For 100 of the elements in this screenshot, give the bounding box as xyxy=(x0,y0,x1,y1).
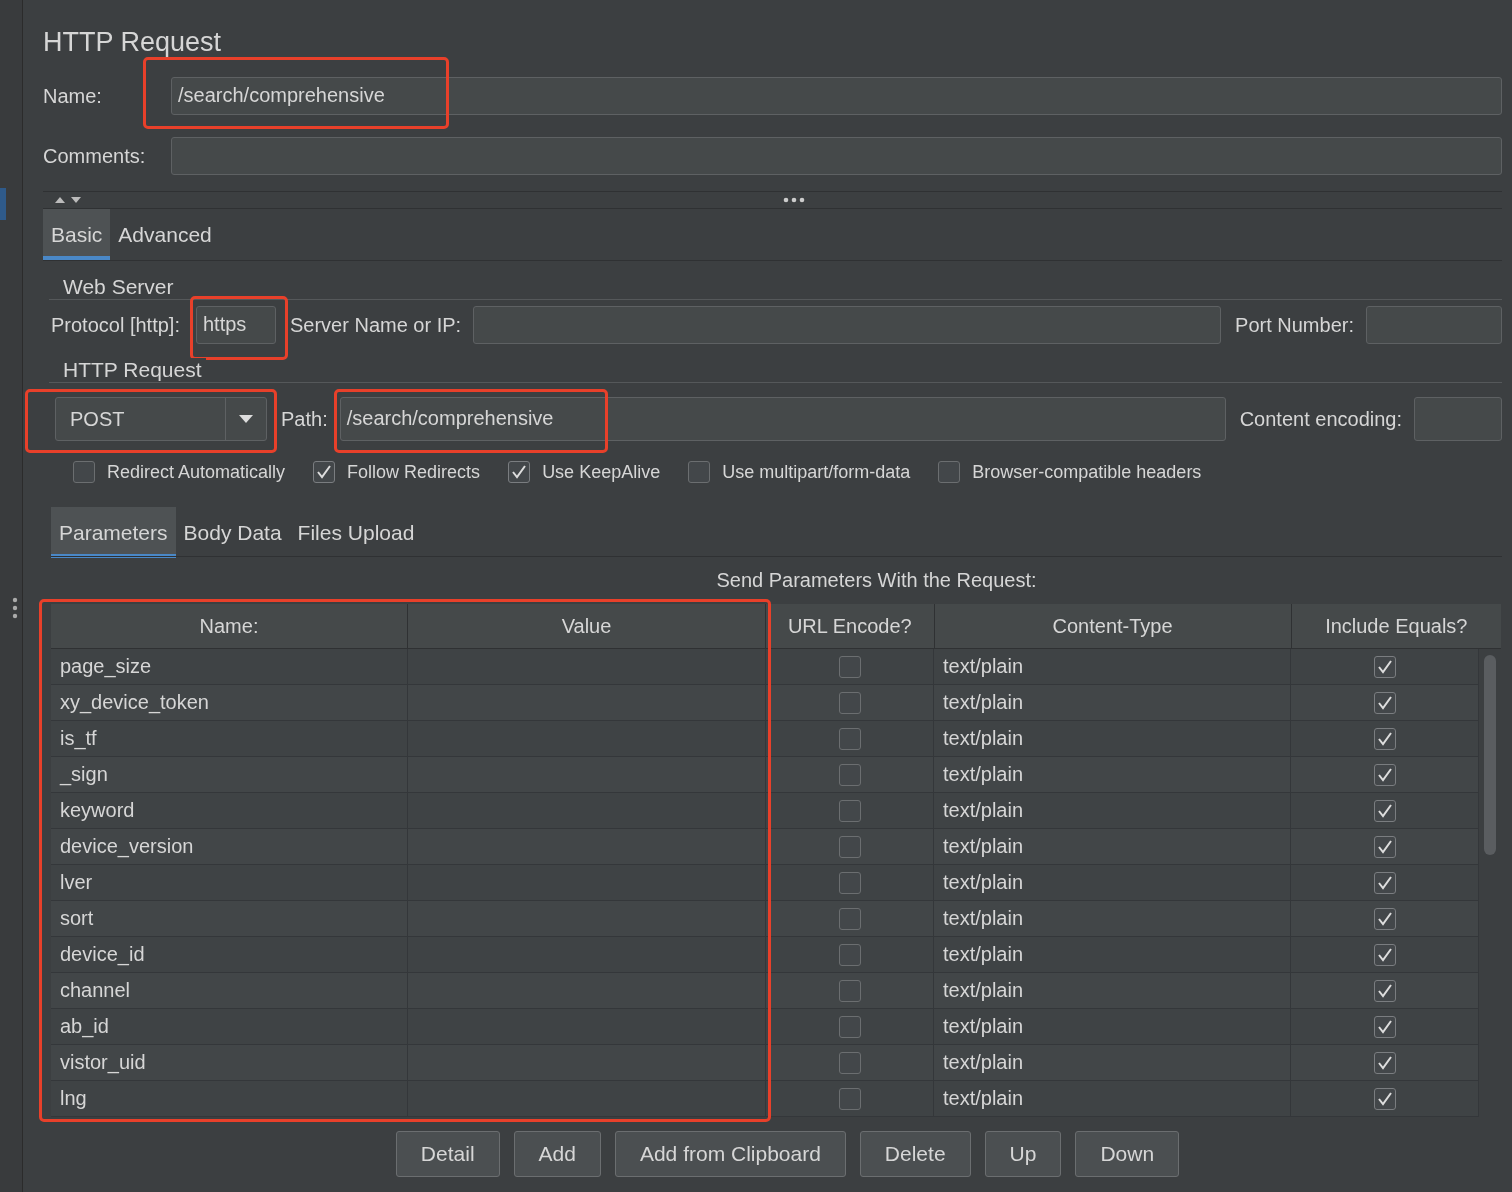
action-button[interactable]: Up xyxy=(984,1131,1062,1177)
field-label: Port Number: xyxy=(1235,313,1354,337)
table-cell: text/plain xyxy=(934,865,1291,900)
checkbox[interactable] xyxy=(1373,1015,1396,1038)
method-dropdown[interactable]: POST xyxy=(55,397,267,441)
path-field[interactable]: /search/comprehensive xyxy=(339,397,1226,441)
field-label: Path: xyxy=(281,407,328,431)
table-cell: vistor_uid xyxy=(51,1045,408,1080)
action-button[interactable]: Add from Clipboard xyxy=(614,1131,846,1177)
checkbox[interactable] xyxy=(838,1087,861,1110)
checkmark-icon xyxy=(1376,731,1393,746)
checkbox[interactable] xyxy=(1373,979,1396,1002)
checkbox[interactable] xyxy=(838,727,861,750)
table-cell: ab_id xyxy=(51,1009,408,1044)
checkbox-label[interactable]: Use multipart/form-data xyxy=(722,461,911,483)
tab[interactable]: Parameters xyxy=(51,507,176,558)
checkbox[interactable] xyxy=(838,835,861,858)
table-cell: channel xyxy=(51,973,408,1008)
checkbox[interactable] xyxy=(838,691,861,714)
checkbox[interactable] xyxy=(73,461,95,483)
checkmark-icon xyxy=(1376,803,1393,818)
checkbox[interactable] xyxy=(1373,727,1396,750)
checkbox[interactable] xyxy=(838,763,861,786)
checkmark-icon xyxy=(1376,1055,1393,1070)
table-cell: device_id xyxy=(51,937,408,972)
checkbox[interactable] xyxy=(1373,691,1396,714)
action-button[interactable]: Down xyxy=(1075,1131,1180,1177)
checkbox[interactable] xyxy=(1373,871,1396,894)
port-field[interactable] xyxy=(1366,306,1502,344)
tab[interactable]: Advanced xyxy=(110,209,220,260)
checkbox[interactable] xyxy=(1373,835,1396,858)
table-cell: text/plain xyxy=(934,1081,1291,1116)
table-cell: is_tf xyxy=(51,721,408,756)
checkmark-icon xyxy=(1376,1091,1393,1106)
checkbox[interactable] xyxy=(1373,1087,1396,1110)
field-label: Comments: xyxy=(43,144,147,168)
checkmark-icon xyxy=(1376,659,1393,674)
checkbox[interactable] xyxy=(1373,763,1396,786)
checkbox[interactable] xyxy=(1373,907,1396,930)
table-cell: _sign xyxy=(51,757,408,792)
splitter-grip-icon[interactable] xyxy=(783,197,805,203)
checkmark-icon xyxy=(1376,1019,1393,1034)
action-button[interactable]: Add xyxy=(513,1131,601,1177)
checkbox[interactable] xyxy=(1373,943,1396,966)
column-header[interactable]: Content-Type xyxy=(934,604,1292,648)
checkbox[interactable] xyxy=(838,1015,861,1038)
checkbox-label[interactable]: Use KeepAlive xyxy=(542,461,661,483)
table-cell: lver xyxy=(51,865,408,900)
tab[interactable]: Body Data xyxy=(175,507,290,558)
field-label: Protocol [http]: xyxy=(51,313,180,337)
checkbox[interactable] xyxy=(508,461,531,483)
checkbox[interactable] xyxy=(313,461,336,483)
scrollbar-thumb[interactable] xyxy=(1484,655,1496,855)
column-header[interactable]: Value xyxy=(408,604,767,648)
checkmark-icon xyxy=(1376,767,1393,782)
column-header[interactable]: Include Equals? xyxy=(1291,604,1501,648)
table-cell: text/plain xyxy=(934,901,1291,936)
column-header[interactable]: Name: xyxy=(51,604,408,648)
tab[interactable]: Basic xyxy=(43,209,111,260)
checkbox[interactable] xyxy=(838,871,861,894)
table-cell: text/plain xyxy=(934,1045,1291,1080)
column-header[interactable]: URL Encode? xyxy=(766,604,935,648)
table-cell: device_version xyxy=(51,829,408,864)
checkbox[interactable] xyxy=(1373,1051,1396,1074)
checkbox[interactable] xyxy=(938,461,961,483)
checkbox-label[interactable]: Redirect Automatically xyxy=(107,461,286,483)
checkbox-label[interactable]: Browser-compatible headers xyxy=(972,461,1202,483)
panel-title: HTTP Request xyxy=(43,27,223,59)
table-cell: text/plain xyxy=(934,1009,1291,1044)
checkbox[interactable] xyxy=(838,979,861,1002)
checkbox[interactable] xyxy=(688,461,711,483)
encoding-field[interactable] xyxy=(1414,397,1502,441)
action-button[interactable]: Detail xyxy=(395,1131,500,1177)
drag-handle-icon[interactable] xyxy=(12,597,18,619)
checkbox[interactable] xyxy=(1373,799,1396,822)
checkmark-icon xyxy=(511,465,528,479)
checkbox[interactable] xyxy=(1373,655,1396,678)
table-cell: text/plain xyxy=(934,685,1291,720)
checkbox[interactable] xyxy=(838,907,861,930)
table-cell: keyword xyxy=(51,793,408,828)
table-cell: xy_device_token xyxy=(51,685,408,720)
checkbox[interactable] xyxy=(838,799,861,822)
selection-marker xyxy=(0,188,6,220)
action-button[interactable]: Delete xyxy=(859,1131,971,1177)
checkbox[interactable] xyxy=(838,1051,861,1074)
tab[interactable]: Files Upload xyxy=(289,507,423,558)
checkmark-icon xyxy=(316,465,333,479)
name-field[interactable]: /search/comprehensive xyxy=(171,77,1502,115)
checkmark-icon xyxy=(1376,875,1393,890)
checkmark-icon xyxy=(1376,839,1393,854)
checkbox[interactable] xyxy=(838,655,861,678)
dropdown-caret-icon xyxy=(239,415,253,423)
checkbox-label[interactable]: Follow Redirects xyxy=(347,461,481,483)
checkbox[interactable] xyxy=(838,943,861,966)
collapse-arrows-icon[interactable] xyxy=(53,195,83,205)
checkmark-icon xyxy=(1376,911,1393,926)
table-cell: lng xyxy=(51,1081,408,1116)
protocol-field[interactable]: https xyxy=(195,306,276,344)
table-cell: text/plain xyxy=(934,793,1291,828)
checkmark-icon xyxy=(1376,695,1393,710)
